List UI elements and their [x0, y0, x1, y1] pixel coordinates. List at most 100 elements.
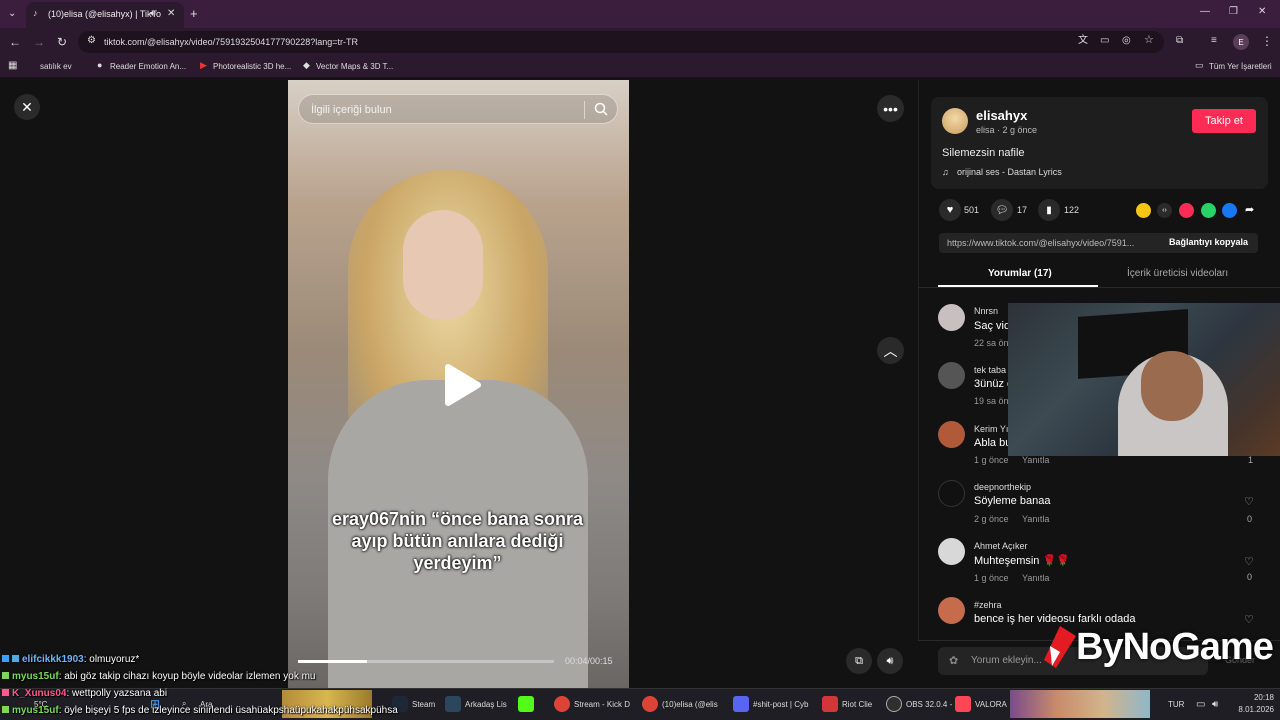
- floating-player-button[interactable]: ⧉: [846, 648, 872, 674]
- bookmark-2[interactable]: Reader Emotion An...: [110, 62, 186, 71]
- embed-icon[interactable]: ‹›: [1157, 203, 1172, 218]
- close-icon: ✕: [21, 98, 33, 115]
- copy-link-button[interactable]: Bağlantıyı kopyala: [1169, 237, 1248, 247]
- url-text[interactable]: tiktok.com/@elisahyx/video/7591932504177…: [104, 37, 358, 47]
- menu-kebab-icon[interactable]: ⋮: [1261, 35, 1273, 47]
- comment-author[interactable]: Nnrsn: [974, 306, 998, 316]
- extensions-icon[interactable]: ⧉: [1176, 36, 1183, 46]
- save-button[interactable]: ▮: [1038, 199, 1060, 221]
- taskbar-label: Steam: [412, 699, 436, 709]
- video-player[interactable]: [288, 80, 629, 688]
- search-icon[interactable]: [594, 102, 608, 116]
- author-display: elisa · 2 g önce: [976, 125, 1038, 135]
- previous-video-button[interactable]: ︿: [877, 337, 904, 364]
- folder-icon: ▭: [1195, 60, 1204, 70]
- maximize-icon[interactable]: ❐: [1229, 7, 1238, 17]
- apps-grid-icon[interactable]: ▦: [8, 61, 17, 71]
- comment-author[interactable]: #zehra: [974, 600, 1002, 610]
- bookmark-3[interactable]: Photorealistic 3D he...: [213, 62, 291, 71]
- reply-link[interactable]: Yanıtla: [1022, 514, 1049, 524]
- cast-icon[interactable]: ▭: [1100, 36, 1109, 46]
- comment-button[interactable]: 💬︎: [991, 199, 1013, 221]
- comment-heart-icon[interactable]: ♡: [1244, 555, 1254, 568]
- taskbar-item-chrome-tiktok[interactable]: (10)elisa (@elis: [642, 694, 718, 714]
- comment-time: 19 sa ön: [974, 396, 1009, 406]
- share-arrow-icon[interactable]: ➦: [1245, 203, 1254, 216]
- video-progress-bar[interactable]: [298, 660, 554, 663]
- follow-button[interactable]: Takip et: [1192, 109, 1256, 133]
- send-to-friends-icon[interactable]: [1179, 203, 1194, 218]
- comment-author[interactable]: tek taba: [974, 365, 1006, 375]
- taskbar-item-valorant[interactable]: VALORA: [955, 694, 1007, 714]
- forward-icon[interactable]: →: [33, 36, 45, 48]
- close-video-button[interactable]: ✕: [14, 94, 40, 120]
- taskbar-item-riot[interactable]: Riot Clie: [822, 694, 872, 714]
- play-icon[interactable]: [442, 363, 482, 407]
- translate-icon[interactable]: 文: [1078, 36, 1088, 46]
- taskbar-item-chrome-kick[interactable]: Stream - Kick D: [554, 694, 630, 714]
- taskbar-item-obs[interactable]: OBS 32.0.4 - Pr: [886, 694, 962, 714]
- bookmark-star-icon[interactable]: ☆: [1144, 35, 1154, 46]
- taskbar-item-friends[interactable]: Arkadaş Lis: [445, 694, 507, 714]
- facebook-icon[interactable]: [1222, 203, 1237, 218]
- comment-avatar[interactable]: [938, 304, 965, 331]
- like-button[interactable]: ♥: [939, 199, 961, 221]
- tab-comments[interactable]: Yorumlar (17): [988, 268, 1052, 279]
- window-close-icon[interactable]: ✕: [1258, 7, 1266, 17]
- taskbar-item-steam[interactable]: Steam: [392, 694, 435, 714]
- chat-text: : öyle bişeyi 5 fps de izleyince sinirle…: [58, 705, 398, 716]
- whatsapp-icon[interactable]: [1201, 203, 1216, 218]
- comment-author[interactable]: Ahmet Açıker: [974, 541, 1028, 551]
- youtube-icon: ▶: [200, 60, 207, 70]
- comment-time: 1 g önce: [974, 573, 1009, 583]
- browser-tab[interactable]: ♪ (10)elisa (@elisahyx) | TikTo 🔊︎ ✕: [26, 2, 184, 28]
- comment-author[interactable]: deepnorthekip: [974, 482, 1031, 492]
- comment-text: Söyleme banaa: [974, 495, 1051, 507]
- all-bookmarks[interactable]: Tüm Yer İşaretleri: [1209, 62, 1272, 71]
- comment-avatar[interactable]: [938, 480, 965, 507]
- reload-icon[interactable]: ↻: [57, 36, 67, 48]
- bookmark-4[interactable]: Vector Maps & 3D T...: [316, 62, 393, 71]
- more-options-button[interactable]: •••: [877, 95, 904, 122]
- comment-author[interactable]: Kerim Yı: [974, 424, 1008, 434]
- clock-time[interactable]: 20:18: [1234, 693, 1274, 702]
- comment-heart-icon[interactable]: ♡: [1244, 495, 1254, 508]
- tab-search-icon[interactable]: ⌄: [8, 9, 16, 19]
- author-username[interactable]: elisahyx: [976, 108, 1027, 123]
- gift-icon[interactable]: ✿: [949, 654, 958, 667]
- network-icon[interactable]: ▭: [1196, 694, 1205, 714]
- back-icon[interactable]: ←: [9, 36, 21, 48]
- related-search-input[interactable]: İlgili içeriği bulun: [298, 94, 618, 124]
- language-indicator[interactable]: TUR: [1168, 694, 1184, 714]
- taskbar-item-kick[interactable]: [518, 694, 538, 714]
- tab-creator-videos[interactable]: İçerik üreticisi videoları: [1127, 268, 1228, 279]
- tab-close-icon[interactable]: ✕: [167, 9, 175, 19]
- taskbar-game-thumbnail[interactable]: [1010, 690, 1150, 718]
- share-link[interactable]: https://www.tiktok.com/@elisahyx/video/7…: [947, 238, 1152, 248]
- tab-audio-icon[interactable]: 🔊︎: [150, 9, 156, 18]
- bookmark-1[interactable]: satılık ev: [40, 62, 72, 71]
- eye-off-icon[interactable]: ◎: [1122, 36, 1131, 46]
- profile-avatar[interactable]: E: [1233, 34, 1249, 50]
- taskbar-label: VALORA: [975, 699, 1007, 709]
- author-avatar[interactable]: [942, 108, 968, 134]
- kick-icon: [518, 696, 534, 712]
- comment-avatar[interactable]: [938, 538, 965, 565]
- music-name[interactable]: orijinal ses - Dastan Lyrics: [957, 167, 1062, 177]
- new-tab-icon[interactable]: +: [190, 7, 198, 20]
- repost-icon[interactable]: [1136, 203, 1151, 218]
- reply-link[interactable]: Yanıtla: [1022, 573, 1049, 583]
- address-bar[interactable]: ⚙ tiktok.com/@elisahyx/video/75919325041…: [78, 31, 1164, 53]
- taskbar-label: (10)elisa (@elis: [662, 699, 718, 709]
- clock-date[interactable]: 8.01.2026: [1230, 705, 1274, 714]
- site-info-icon[interactable]: ⚙: [87, 36, 96, 46]
- comment-avatar[interactable]: [938, 421, 965, 448]
- comment-avatar[interactable]: [938, 597, 965, 624]
- reading-list-icon[interactable]: ≡: [1211, 36, 1217, 46]
- speaker-icon[interactable]: 🔊︎: [1212, 694, 1218, 714]
- comment-avatar[interactable]: [938, 362, 965, 389]
- taskbar-item-discord[interactable]: #shit-post | Cyb: [733, 694, 808, 714]
- reply-link[interactable]: Yanıtla: [1022, 455, 1049, 465]
- minimize-icon[interactable]: —: [1200, 7, 1210, 17]
- volume-button[interactable]: 🔊︎: [877, 648, 903, 674]
